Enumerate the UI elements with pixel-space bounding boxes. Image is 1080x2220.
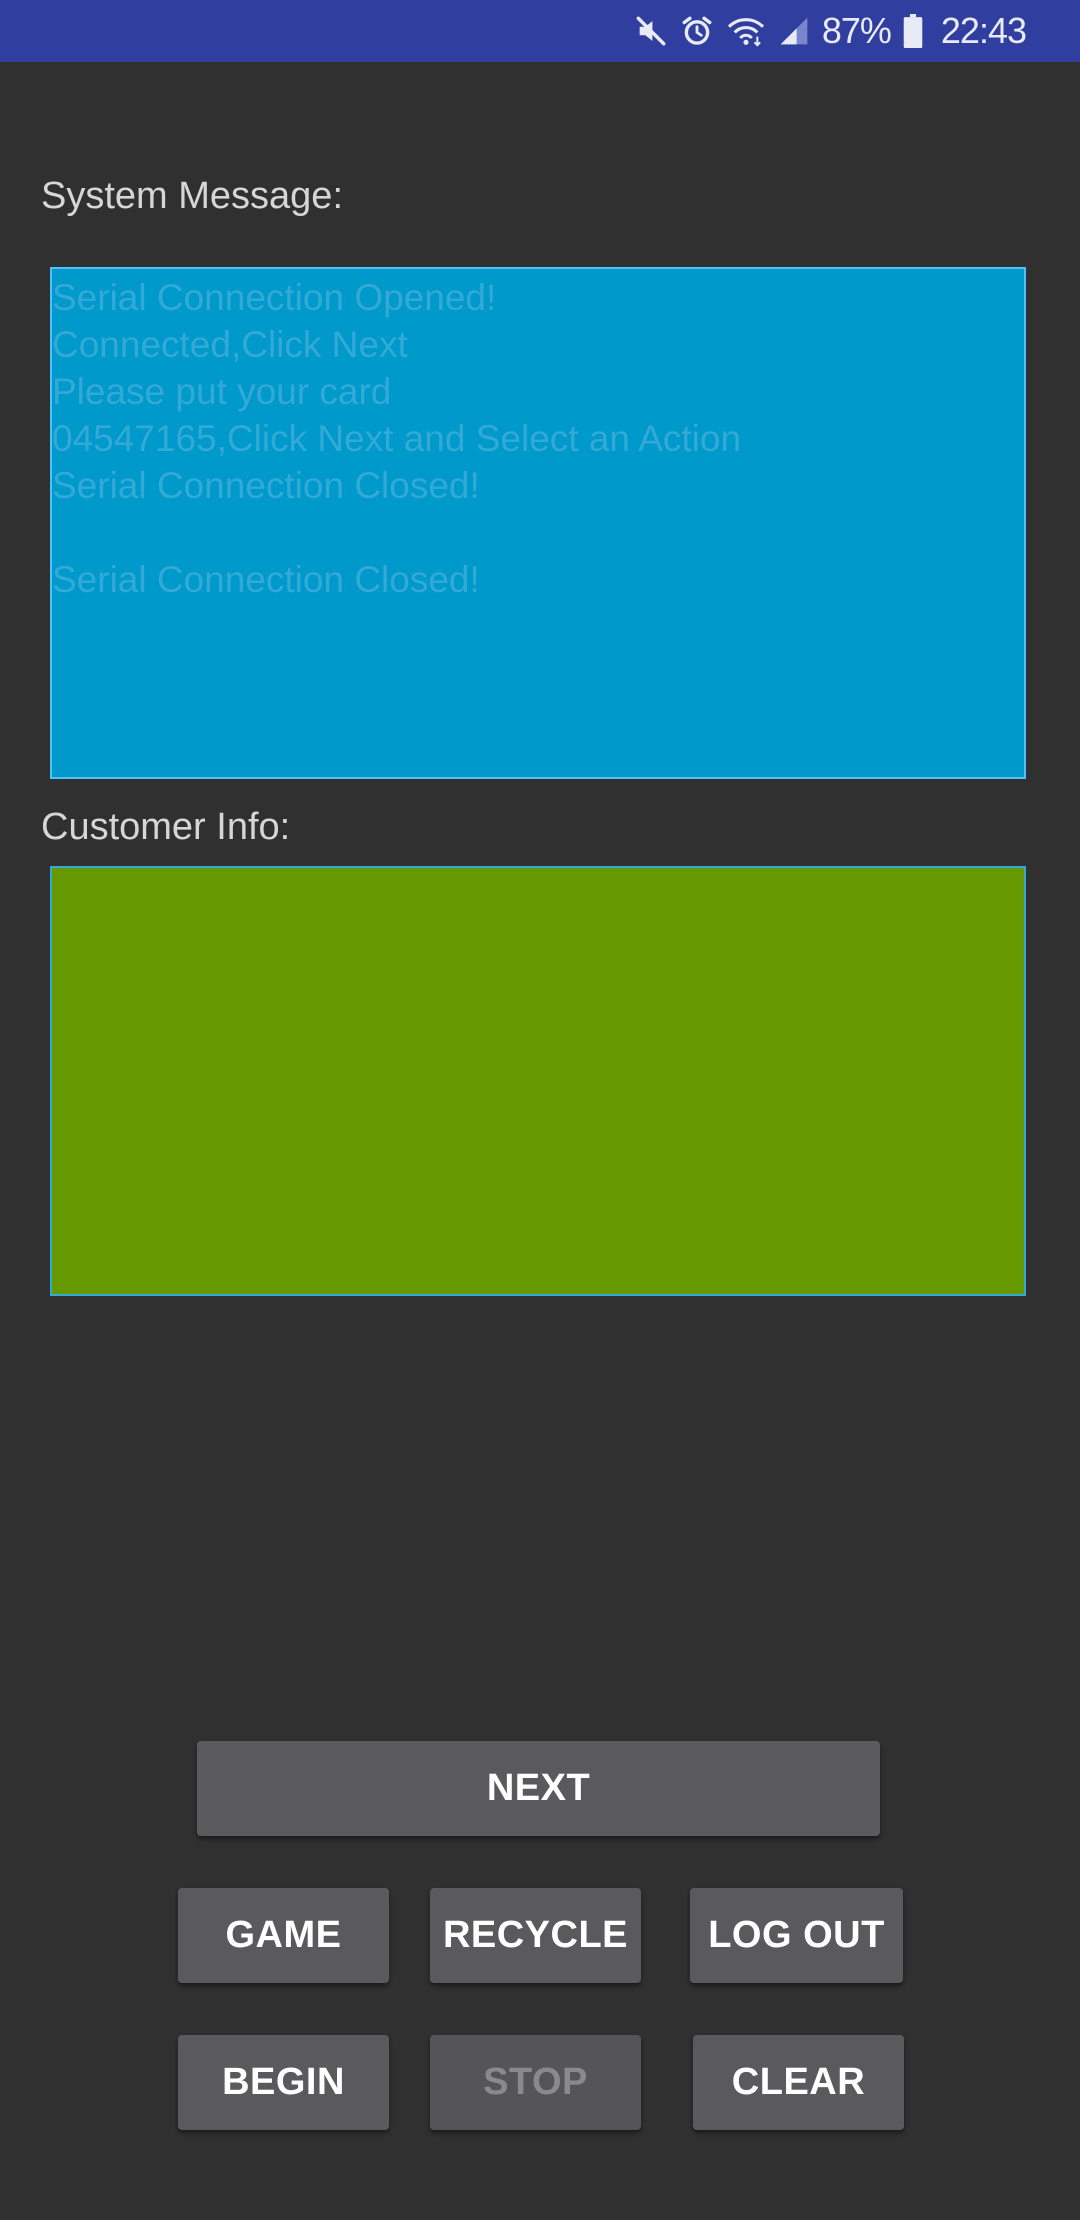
game-button[interactable]: GAME bbox=[178, 1888, 389, 1983]
system-message-label: System Message: bbox=[41, 175, 343, 217]
battery-icon bbox=[903, 14, 923, 48]
status-icons: 87% 22:43 bbox=[634, 0, 1027, 62]
system-message-line: Connected,Click Next bbox=[52, 324, 408, 365]
signal-icon bbox=[778, 15, 810, 47]
alarm-icon bbox=[680, 14, 714, 48]
recycle-button[interactable]: RECYCLE bbox=[430, 1888, 641, 1983]
system-message-line: Serial Connection Closed! bbox=[52, 465, 480, 506]
next-button[interactable]: NEXT bbox=[197, 1741, 880, 1836]
clock: 22:43 bbox=[940, 10, 1027, 51]
customer-info-box bbox=[50, 866, 1026, 1296]
log-out-button[interactable]: LOG OUT bbox=[690, 1888, 903, 1983]
system-message-lines: Serial Connection Opened! Connected,Clic… bbox=[52, 269, 1024, 603]
system-message-line: Serial Connection Closed! bbox=[52, 559, 480, 600]
battery-percent: 87% bbox=[821, 10, 892, 51]
customer-info-label: Customer Info: bbox=[41, 806, 291, 848]
system-message-line bbox=[52, 509, 1024, 556]
mute-icon bbox=[634, 14, 668, 48]
wifi-icon bbox=[726, 14, 766, 48]
system-message-line: 04547165,Click Next and Select an Action bbox=[52, 418, 742, 459]
status-bar: 87% 22:43 bbox=[0, 0, 1080, 62]
clear-button[interactable]: CLEAR bbox=[693, 2035, 904, 2130]
system-message-line: Serial Connection Opened! bbox=[52, 277, 497, 318]
begin-button[interactable]: BEGIN bbox=[178, 2035, 389, 2130]
system-message-line: Please put your card bbox=[52, 371, 392, 412]
system-message-box: Serial Connection Opened! Connected,Clic… bbox=[50, 267, 1026, 779]
stop-button[interactable]: STOP bbox=[430, 2035, 641, 2130]
